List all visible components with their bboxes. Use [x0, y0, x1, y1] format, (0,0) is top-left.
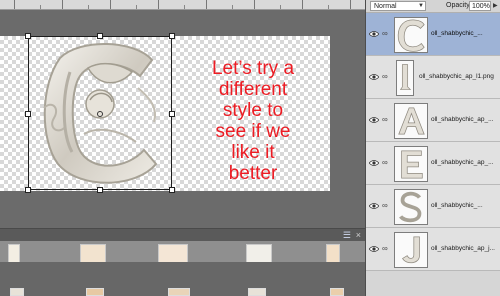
transform-pivot-point[interactable]	[97, 111, 103, 117]
ruler-tick	[62, 0, 63, 9]
layer-thumbnail	[394, 232, 428, 268]
transform-handle-top[interactable]	[97, 33, 103, 39]
transform-bounding-box[interactable]	[25, 33, 175, 193]
caption-line: style to	[222, 100, 284, 121]
ruler-tick	[254, 0, 255, 9]
layer-name[interactable]: oll_shabbychic_...	[431, 29, 483, 38]
project-bin-scroll-area[interactable]	[0, 262, 365, 296]
transform-handle-bottom-right[interactable]	[169, 187, 175, 193]
chevron-down-icon: ▼	[418, 3, 424, 9]
opacity-input[interactable]: 100%	[469, 1, 491, 11]
letter-s-thumbnail	[399, 191, 422, 223]
layer-row[interactable]: ∞ oll_shabbychic_ap_j...	[366, 228, 500, 271]
ruler-tick	[232, 5, 233, 9]
ruler-tick	[110, 0, 111, 9]
panel-menu-icon[interactable]: ☰	[343, 229, 351, 241]
bin-thumbnail[interactable]	[248, 288, 266, 296]
caption-line: different	[218, 79, 288, 100]
letter-e-thumbnail	[401, 150, 423, 179]
ruler-tick	[280, 5, 281, 9]
link-icon[interactable]: ∞	[382, 244, 388, 253]
layer-name[interactable]: oll_shabbychic_ap_...	[431, 115, 494, 124]
layer-thumbnail	[396, 60, 414, 96]
ruler-tick	[302, 0, 303, 9]
link-icon[interactable]: ∞	[382, 201, 388, 210]
ruler-tick	[136, 5, 137, 9]
letter-j-thumbnail	[402, 236, 420, 264]
ruler-tick	[158, 0, 159, 9]
transform-handle-bottom-left[interactable]	[25, 187, 31, 193]
layer-name[interactable]: oll_shabbychic_ap_j...	[431, 244, 495, 253]
caption-line: like it	[231, 142, 275, 163]
transform-handle-bottom[interactable]	[97, 187, 103, 193]
bin-thumbnail[interactable]	[168, 288, 190, 296]
layer-name[interactable]: oll_shabbychic_...	[431, 201, 483, 210]
caption-line: see if we	[215, 121, 291, 142]
link-icon[interactable]: ∞	[382, 72, 388, 81]
layer-row[interactable]: ∞ oll_shabbychic_...	[366, 185, 500, 228]
eye-icon[interactable]	[369, 202, 379, 210]
bin-thumbnail[interactable]	[330, 288, 344, 296]
blend-mode-dropdown[interactable]: Normal ▼	[370, 1, 426, 11]
chevron-right-icon[interactable]: ▶	[493, 1, 498, 11]
eye-icon[interactable]	[369, 116, 379, 124]
top-ruler[interactable]	[0, 0, 365, 10]
ruler-tick	[328, 5, 329, 9]
eye-icon[interactable]	[369, 159, 379, 167]
eye-icon[interactable]	[369, 30, 379, 38]
layer-name[interactable]: oll_shabbychic_ap_...	[431, 158, 494, 167]
opacity-label: Opacity:	[446, 2, 472, 9]
transform-handle-left[interactable]	[25, 111, 31, 117]
layers-toolbar: Normal ▼ Opacity: 100% ▶	[366, 0, 500, 13]
eye-icon[interactable]	[369, 73, 379, 81]
ruler-tick	[14, 0, 15, 9]
letter-l-thumbnail	[399, 64, 412, 90]
eye-icon[interactable]	[369, 245, 379, 253]
transform-handle-top-left[interactable]	[25, 33, 31, 39]
layers-panel: Normal ▼ Opacity: 100% ▶ ∞ oll_shabbychi…	[365, 0, 500, 296]
close-icon[interactable]: ×	[356, 229, 361, 241]
layer-row[interactable]: ∞ oll_shabbychic_...	[366, 13, 500, 56]
ruler-tick	[40, 5, 41, 9]
bin-thumbnail[interactable]	[10, 288, 24, 296]
layer-name[interactable]: oll_shabbychic_ap_l1.png	[419, 72, 494, 81]
layer-thumbnail	[394, 146, 428, 182]
layer-thumbnail	[394, 189, 428, 225]
letter-a-thumbnail	[398, 107, 425, 135]
layer-thumbnail	[394, 17, 428, 53]
overlay-caption: Let’s try a different style to see if we…	[178, 58, 328, 184]
caption-line: better	[228, 163, 278, 184]
ruler-tick	[88, 5, 89, 9]
transform-handle-top-right[interactable]	[169, 33, 175, 39]
layer-row[interactable]: ∞ oll_shabbychic_ap_l1.png	[366, 56, 500, 99]
document-workspace[interactable]: Let’s try a different style to see if we…	[0, 0, 365, 296]
transform-handle-right[interactable]	[169, 111, 175, 117]
bin-thumbnail[interactable]	[86, 288, 104, 296]
project-bin-header: ☰ ×	[0, 228, 365, 242]
link-icon[interactable]: ∞	[382, 29, 388, 38]
blend-mode-value: Normal	[374, 3, 397, 10]
caption-line: Let’s try a	[211, 58, 295, 79]
letter-c-thumbnail	[397, 19, 425, 52]
layer-row[interactable]: ∞ oll_shabbychic_ap_...	[366, 99, 500, 142]
ruler-tick	[206, 0, 207, 9]
layers-panel-empty-area	[366, 271, 500, 296]
opacity-value: 100%	[472, 3, 490, 10]
layer-thumbnail	[394, 103, 428, 139]
link-icon[interactable]: ∞	[382, 158, 388, 167]
ruler-tick	[350, 0, 351, 9]
layer-row[interactable]: ∞ oll_shabbychic_ap_...	[366, 142, 500, 185]
link-icon[interactable]: ∞	[382, 115, 388, 124]
ruler-tick	[184, 5, 185, 9]
